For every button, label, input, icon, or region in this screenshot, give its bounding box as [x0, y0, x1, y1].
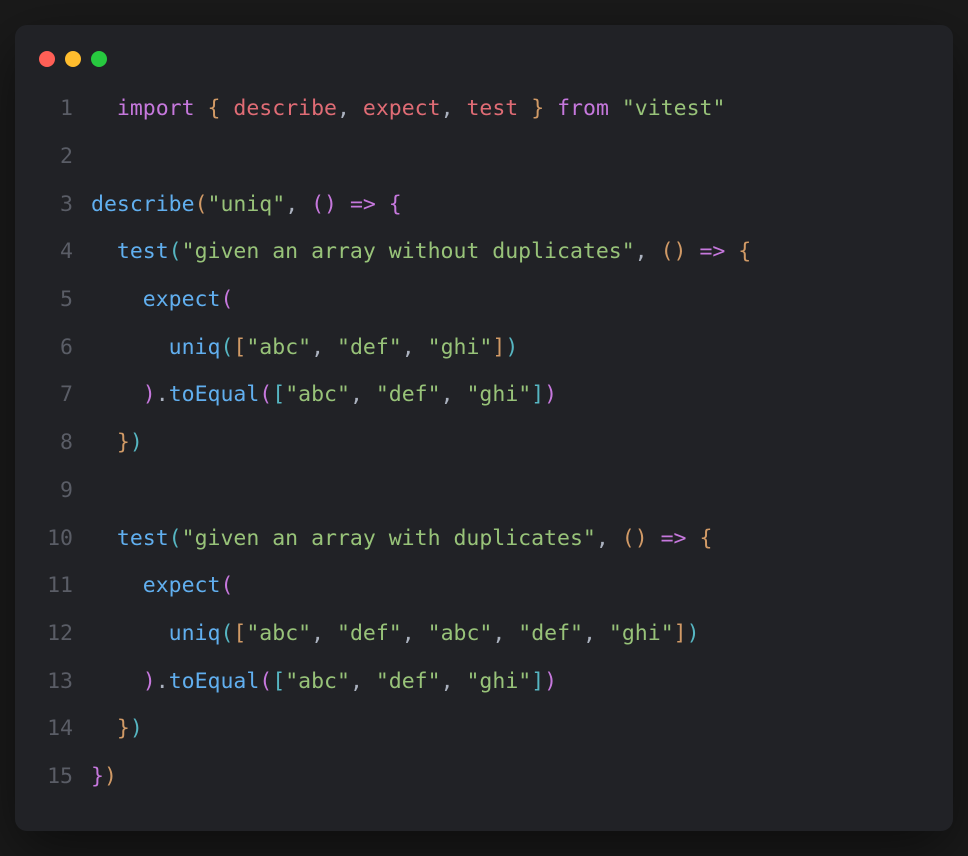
- line-number: 10: [35, 515, 73, 563]
- code-content: uniq(["abc", "def", "ghi"]): [91, 324, 518, 372]
- line-number: 6: [35, 324, 73, 372]
- code-window: 1 import { describe, expect, test } from…: [15, 25, 953, 831]
- code-editor[interactable]: 1 import { describe, expect, test } from…: [15, 85, 953, 801]
- code-content: }): [91, 419, 143, 467]
- code-line: 3 describe("uniq", () => {: [35, 181, 933, 229]
- code-line: 8 }): [35, 419, 933, 467]
- code-content: ).toEqual(["abc", "def", "ghi"]): [91, 371, 557, 419]
- code-line: 4 test("given an array without duplicate…: [35, 228, 933, 276]
- line-number: 15: [35, 753, 73, 801]
- code-content: ).toEqual(["abc", "def", "ghi"]): [91, 658, 557, 706]
- code-content: test("given an array with duplicates", (…: [91, 515, 712, 563]
- line-number: 12: [35, 610, 73, 658]
- line-number: 14: [35, 705, 73, 753]
- line-number: 3: [35, 181, 73, 229]
- code-line: 14 }): [35, 705, 933, 753]
- code-line: 12 uniq(["abc", "def", "abc", "def", "gh…: [35, 610, 933, 658]
- code-content: describe("uniq", () => {: [91, 181, 402, 229]
- line-number: 9: [35, 467, 73, 515]
- code-line: 10 test("given an array with duplicates"…: [35, 515, 933, 563]
- code-line: 7 ).toEqual(["abc", "def", "ghi"]): [35, 371, 933, 419]
- code-content: expect(: [91, 276, 233, 324]
- line-number: 5: [35, 276, 73, 324]
- line-number: 11: [35, 562, 73, 610]
- maximize-icon[interactable]: [91, 51, 107, 67]
- window-titlebar: [15, 45, 953, 85]
- code-content: uniq(["abc", "def", "abc", "def", "ghi"]…: [91, 610, 700, 658]
- code-line: 6 uniq(["abc", "def", "ghi"]): [35, 324, 933, 372]
- line-number: 8: [35, 419, 73, 467]
- code-content: test("given an array without duplicates"…: [91, 228, 751, 276]
- line-number: 2: [35, 133, 73, 181]
- code-content: expect(: [91, 562, 233, 610]
- close-icon[interactable]: [39, 51, 55, 67]
- line-number: 7: [35, 371, 73, 419]
- code-line: 1 import { describe, expect, test } from…: [35, 85, 933, 133]
- code-line: 9: [35, 467, 933, 515]
- code-line: 13 ).toEqual(["abc", "def", "ghi"]): [35, 658, 933, 706]
- line-number: 13: [35, 658, 73, 706]
- code-line: 2: [35, 133, 933, 181]
- minimize-icon[interactable]: [65, 51, 81, 67]
- line-number: 1: [35, 85, 73, 133]
- line-number: 4: [35, 228, 73, 276]
- code-line: 15 }): [35, 753, 933, 801]
- code-content: import { describe, expect, test } from "…: [91, 85, 725, 133]
- code-line: 5 expect(: [35, 276, 933, 324]
- code-content: }): [91, 705, 143, 753]
- code-line: 11 expect(: [35, 562, 933, 610]
- code-content: }): [91, 753, 117, 801]
